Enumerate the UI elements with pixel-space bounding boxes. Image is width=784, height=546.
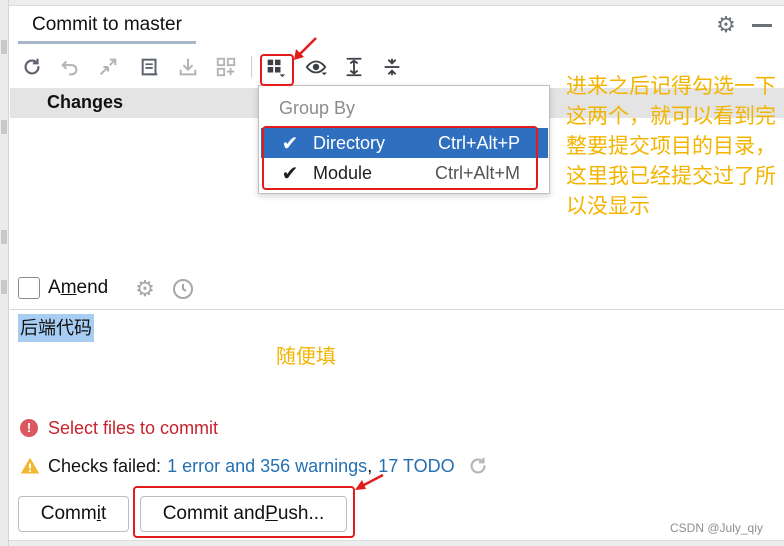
tab-commit-to-master[interactable]: Commit to master (18, 10, 196, 44)
watermark: CSDN @July_qiy (670, 521, 763, 535)
message-divider (10, 309, 784, 310)
strip-mark (1, 120, 7, 134)
amend-checkbox[interactable] (18, 277, 40, 299)
popup-title: Group By (279, 98, 356, 118)
annotation-arrow (294, 37, 317, 60)
checks-failed-label: Checks failed: (48, 455, 162, 476)
bottom-band (9, 540, 784, 546)
todo-link[interactable]: 17 TODO (378, 456, 454, 477)
annotation-box-group-by (260, 54, 294, 86)
warning-icon (20, 457, 40, 474)
commit-message-input[interactable]: 后端代码 (18, 314, 94, 342)
error-status-row: ! Select files to commit (20, 415, 218, 441)
collapse-all-icon[interactable] (378, 52, 406, 82)
download-icon[interactable] (174, 52, 202, 82)
minimize-icon[interactable] (752, 24, 772, 27)
error-icon: ! (20, 419, 38, 437)
strip-mark (1, 280, 7, 294)
changes-label: Changes (47, 92, 124, 112)
strip-mark (1, 230, 7, 244)
error-text: Select files to commit (48, 417, 219, 438)
history-clock-icon[interactable] (171, 277, 195, 301)
amend-label[interactable]: Amend (48, 277, 108, 299)
merge-arrows-icon[interactable] (94, 52, 122, 82)
top-band (9, 0, 784, 6)
checks-status-row: Checks failed: 1 error and 356 warnings … (20, 453, 489, 479)
expand-all-icon[interactable] (340, 52, 368, 82)
commit-options-gear-icon[interactable]: ⚙ (133, 277, 157, 301)
toolbar-separator (251, 56, 252, 78)
annotation-box-group-items (262, 126, 538, 190)
refresh-icon[interactable] (18, 52, 46, 82)
annotation-box-push-button (133, 486, 355, 538)
errors-warnings-link[interactable]: 1 error and 356 warnings (167, 456, 367, 477)
annotation-fill-hint: 随便填 (276, 346, 336, 368)
annotation-arrow (355, 473, 384, 490)
strip-mark (1, 40, 7, 54)
left-tool-strip (0, 0, 9, 546)
diff-icon[interactable] (136, 52, 164, 82)
annotation-note: 进来之后记得勾选一下这两个，就可以看到完整要提交项目的目录，这里我已经提交过了所… (566, 75, 776, 218)
commit-button[interactable]: Comm i t (18, 496, 129, 532)
gear-icon[interactable]: ⚙ (714, 13, 738, 37)
undo-icon[interactable] (56, 52, 84, 82)
rerun-checks-icon[interactable] (467, 455, 489, 477)
amend-row: Amend ⚙ (10, 272, 784, 306)
shelve-icon[interactable] (212, 52, 240, 82)
